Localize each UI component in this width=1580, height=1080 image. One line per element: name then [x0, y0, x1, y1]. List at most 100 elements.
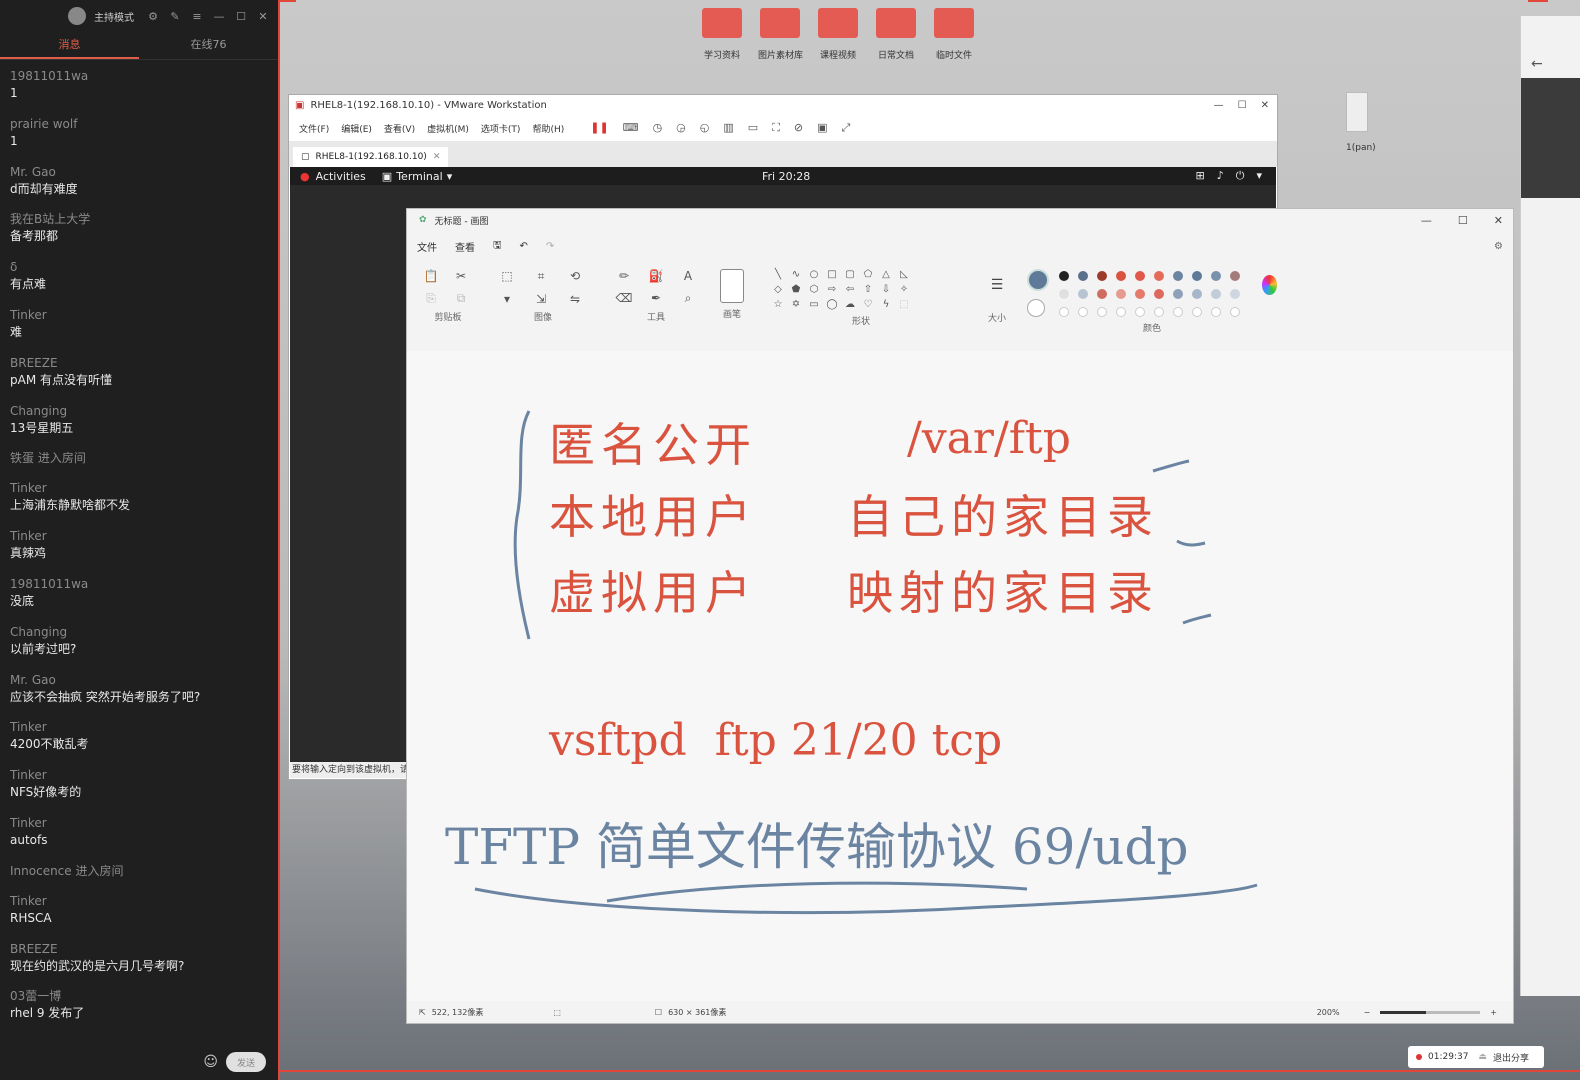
palette-swatch[interactable] — [1154, 307, 1164, 317]
send-keys-icon[interactable]: ⌨ — [623, 121, 639, 135]
snapshot-manager-icon[interactable]: ◵ — [700, 121, 710, 135]
palette-swatch[interactable] — [1192, 307, 1202, 317]
vm-tab[interactable]: ▢ RHEL8-1(192.168.10.10) ✕ — [293, 147, 449, 167]
curve-shape-icon[interactable]: ∿ — [789, 269, 803, 280]
menu-icon[interactable]: ≡ — [190, 9, 204, 23]
copy-icon[interactable]: ⎘ — [421, 291, 441, 306]
palette-swatch[interactable] — [1211, 289, 1221, 299]
tab-messages[interactable]: 消息 — [0, 32, 139, 59]
rotate-icon[interactable]: ⟲ — [563, 269, 587, 284]
copy2-icon[interactable]: ⧉ — [451, 291, 471, 306]
palette-swatch[interactable] — [1097, 289, 1107, 299]
resize-icon[interactable]: ⇲ — [529, 292, 553, 306]
magnifier-icon[interactable]: ⌕ — [677, 291, 699, 306]
arrow-down-shape-icon[interactable]: ⇩ — [879, 284, 893, 295]
maximize-icon[interactable]: ☐ — [1238, 100, 1247, 111]
palette-swatch[interactable] — [1059, 307, 1069, 317]
star6-shape-icon[interactable]: ✡ — [789, 299, 803, 310]
menu-view[interactable]: 查看(V) — [384, 122, 415, 135]
menu-file[interactable]: 文件 — [417, 239, 437, 254]
palette-swatch[interactable] — [1230, 289, 1240, 299]
host-avatar[interactable] — [68, 7, 86, 25]
settings-icon[interactable]: ⚙ — [146, 9, 160, 23]
terminal-app-menu[interactable]: ▣ Terminal ▾ — [382, 170, 452, 183]
settings-icon[interactable]: ⚙ — [1494, 241, 1513, 252]
edit-colors-icon[interactable] — [1262, 275, 1277, 295]
activities-button[interactable]: ● Activities — [300, 170, 366, 183]
desktop-folder[interactable]: 学习资料 — [700, 8, 744, 61]
heart-shape-icon[interactable]: ♡ — [861, 299, 875, 310]
pause-icon[interactable]: ❚❚ — [590, 121, 608, 135]
select-icon[interactable]: ⬚ — [495, 269, 519, 284]
lightning-shape-icon[interactable]: ϟ — [879, 299, 893, 310]
brush-icon[interactable] — [720, 269, 744, 303]
palette-swatch[interactable] — [1192, 271, 1202, 281]
palette-swatch[interactable] — [1173, 307, 1183, 317]
size-icon[interactable]: ☰ — [967, 277, 1027, 293]
palette-swatch[interactable] — [1154, 289, 1164, 299]
star5-shape-icon[interactable]: ☆ — [771, 299, 785, 310]
palette-swatch[interactable] — [1078, 289, 1088, 299]
close-icon[interactable]: ✕ — [256, 9, 270, 23]
star4-shape-icon[interactable]: ✧ — [897, 284, 911, 295]
desktop-folder[interactable]: 日常文档 — [874, 8, 918, 61]
flip-icon[interactable]: ⇋ — [563, 292, 587, 306]
cut-icon[interactable]: ✂ — [451, 269, 471, 283]
color-picker-icon[interactable]: ✒ — [645, 291, 667, 306]
tab-online[interactable]: 在线76 — [139, 32, 278, 59]
desktop-folder[interactable]: 课程视频 — [816, 8, 860, 61]
minimize-icon[interactable]: — — [212, 9, 226, 23]
menu-vm[interactable]: 虚拟机(M) — [427, 122, 469, 135]
callout-rect-shape-icon[interactable]: ▭ — [807, 299, 821, 310]
outline-icon[interactable]: ⬚ — [897, 299, 911, 310]
palette-swatch[interactable] — [1097, 307, 1107, 317]
right-triangle-shape-icon[interactable]: ◺ — [897, 269, 911, 280]
diamond-shape-icon[interactable]: ◇ — [771, 284, 785, 295]
paint-canvas[interactable]: 匿名公开 /var/ftp 本地用户 自己的家目录 虚拟用户 映射的家目录 vs… — [407, 351, 1513, 1001]
unity-icon[interactable]: ⊘ — [794, 121, 803, 135]
oval-shape-icon[interactable]: ○ — [807, 269, 821, 280]
primary-color-swatch[interactable] — [1027, 269, 1049, 291]
polygon-shape-icon[interactable]: ⬠ — [861, 269, 875, 280]
palette-swatch[interactable] — [1116, 289, 1126, 299]
usb-drive-icon[interactable] — [1346, 92, 1368, 132]
rect-shape-icon[interactable]: □ — [825, 269, 839, 280]
palette-swatch[interactable] — [1230, 271, 1240, 281]
paste-icon[interactable]: 📋 — [421, 269, 441, 283]
callout-cloud-shape-icon[interactable]: ☁ — [843, 299, 857, 310]
revert-snapshot-icon[interactable]: ◶ — [676, 121, 686, 135]
secondary-color-swatch[interactable] — [1027, 299, 1045, 317]
pencil-icon[interactable]: ✏ — [613, 269, 635, 283]
undo-icon[interactable]: ↶ — [520, 241, 528, 252]
arrow-right-shape-icon[interactable]: ⇨ — [825, 284, 839, 295]
system-tray[interactable]: ⊞ ♪ ⏻ ▾ — [1196, 169, 1262, 183]
menu-file[interactable]: 文件(F) — [299, 122, 329, 135]
palette-swatch[interactable] — [1097, 271, 1107, 281]
pentagon-shape-icon[interactable]: ⬟ — [789, 284, 803, 295]
minimize-icon[interactable]: — — [1421, 214, 1432, 227]
fill-icon[interactable]: ⛽ — [645, 269, 667, 283]
palette-swatch[interactable] — [1116, 307, 1126, 317]
palette-swatch[interactable] — [1135, 289, 1145, 299]
maximize-icon[interactable]: ☐ — [234, 9, 248, 23]
select-menu-icon[interactable]: ▾ — [495, 292, 519, 306]
triangle-shape-icon[interactable]: △ — [879, 269, 893, 280]
message-list[interactable]: 19811011wa 1 prairie wolf 1 Mr. Gao d而却有难度 … — [0, 60, 278, 1036]
menu-tabs[interactable]: 选项卡(T) — [481, 122, 521, 135]
desktop-folder[interactable]: 图片素材库 — [758, 8, 803, 61]
close-icon[interactable]: ✕ — [1494, 214, 1503, 227]
menu-view[interactable]: 查看 — [455, 239, 475, 254]
close-icon[interactable]: ✕ — [433, 152, 441, 162]
clock[interactable]: Fri 20:28 — [762, 170, 810, 183]
line-shape-icon[interactable]: ╲ — [771, 269, 785, 280]
palette-swatch[interactable] — [1135, 271, 1145, 281]
exit-share-button[interactable]: 退出分享 — [1493, 1051, 1529, 1064]
close-icon[interactable]: ✕ — [1261, 100, 1269, 111]
palette-swatch[interactable] — [1116, 271, 1126, 281]
send-button[interactable]: 发送 — [226, 1052, 266, 1072]
palette-swatch[interactable] — [1059, 271, 1069, 281]
hexagon-shape-icon[interactable]: ⬡ — [807, 284, 821, 295]
zoom-in-icon[interactable]: + — [1490, 1008, 1497, 1017]
arrow-up-shape-icon[interactable]: ⇧ — [861, 284, 875, 295]
maximize-icon[interactable]: ☐ — [1458, 214, 1468, 227]
